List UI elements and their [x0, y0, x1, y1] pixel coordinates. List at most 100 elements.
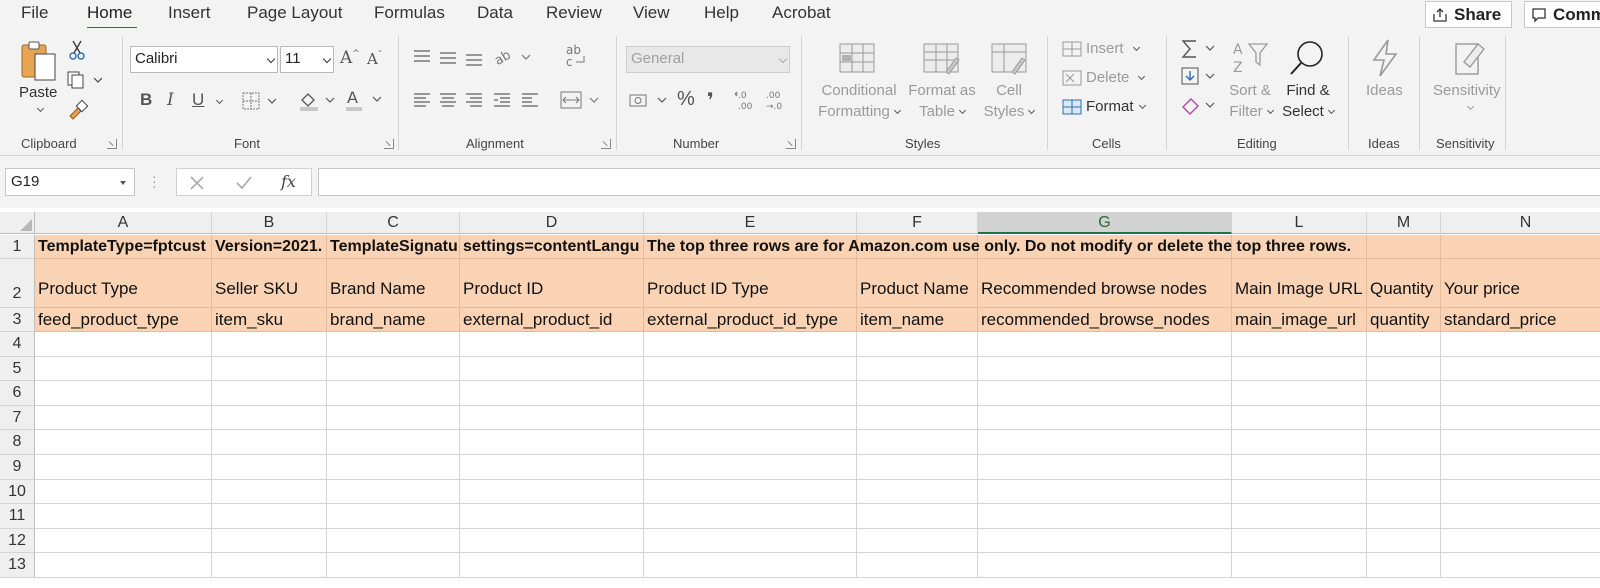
- cell-n13[interactable]: [1441, 553, 1600, 578]
- cell-a12[interactable]: [35, 528, 212, 554]
- cell-b3[interactable]: item_sku: [212, 308, 327, 332]
- row-header-9[interactable]: 9: [0, 455, 35, 480]
- align-top-icon[interactable]: [412, 48, 492, 69]
- conditional-formatting-label-2[interactable]: Formatting: [810, 103, 908, 120]
- cell-d10[interactable]: [460, 479, 644, 505]
- cell-g2[interactable]: Recommended browse nodes: [978, 259, 1232, 308]
- cell-g12[interactable]: [978, 528, 1232, 554]
- cell-l11[interactable]: [1232, 504, 1367, 529]
- cell-e5[interactable]: [644, 356, 857, 382]
- cell-e8[interactable]: [644, 430, 857, 455]
- cell-l2[interactable]: Main Image URL: [1232, 259, 1367, 308]
- cell-c6[interactable]: [327, 381, 460, 406]
- cell-b4[interactable]: [212, 332, 327, 357]
- cell-styles-label-2[interactable]: Styles: [976, 103, 1042, 120]
- cell-a11[interactable]: [35, 504, 212, 529]
- cell-l5[interactable]: [1232, 356, 1367, 382]
- fill-icon[interactable]: [1180, 66, 1220, 91]
- row-header-6[interactable]: 6: [0, 381, 35, 406]
- cell-m7[interactable]: [1367, 405, 1441, 431]
- cell-b9[interactable]: [212, 455, 327, 480]
- shrink-font-icon[interactable]: Aˇ: [367, 50, 382, 68]
- cell-d7[interactable]: [460, 405, 644, 431]
- cell-n2[interactable]: Your price: [1441, 259, 1600, 308]
- row-header-7[interactable]: 7: [0, 405, 35, 431]
- format-cells-icon[interactable]: [1061, 98, 1083, 119]
- cell-g5[interactable]: [978, 356, 1232, 382]
- font-color-icon[interactable]: A: [345, 88, 385, 115]
- cell-a9[interactable]: [35, 455, 212, 480]
- row-header-11[interactable]: 11: [0, 504, 35, 529]
- conditional-formatting-icon[interactable]: [838, 42, 878, 79]
- cell-d8[interactable]: [460, 430, 644, 455]
- column-header-c[interactable]: C: [327, 212, 460, 234]
- column-header-a[interactable]: A: [35, 212, 212, 234]
- cell-l9[interactable]: [1232, 455, 1367, 480]
- comma-style-button[interactable]: ❜: [707, 88, 714, 113]
- cell-e10[interactable]: [644, 479, 857, 505]
- cell-l12[interactable]: [1232, 528, 1367, 554]
- cell-b12[interactable]: [212, 528, 327, 554]
- cell-d9[interactable]: [460, 455, 644, 480]
- cell-d11[interactable]: [460, 504, 644, 529]
- cell-c5[interactable]: [327, 356, 460, 382]
- cell-f9[interactable]: [857, 455, 978, 480]
- increase-decimal-icon[interactable]: .0.00: [734, 88, 758, 115]
- cell-f2[interactable]: Product Name: [857, 259, 978, 308]
- format-cells-button[interactable]: Format: [1086, 98, 1146, 115]
- cell-styles-label-1[interactable]: Cell: [988, 82, 1030, 99]
- align-left-icon[interactable]: [412, 92, 544, 113]
- column-header-l[interactable]: L: [1232, 212, 1367, 234]
- underline-button[interactable]: U: [192, 90, 204, 110]
- cell-e7[interactable]: [644, 405, 857, 431]
- cell-d3[interactable]: external_product_id: [460, 308, 644, 332]
- cell-b6[interactable]: [212, 381, 327, 406]
- cell-f4[interactable]: [857, 332, 978, 357]
- paste-dropdown-icon[interactable]: [36, 104, 45, 113]
- cell-g4[interactable]: [978, 332, 1232, 357]
- clipboard-launcher-icon[interactable]: [107, 139, 117, 149]
- cell-l4[interactable]: [1232, 332, 1367, 357]
- cell-e13[interactable]: [644, 553, 857, 578]
- comments-button[interactable]: Comm: [1524, 1, 1600, 28]
- format-as-table-label-2[interactable]: Table: [904, 103, 980, 120]
- cell-m5[interactable]: [1367, 356, 1441, 382]
- format-as-table-icon[interactable]: [922, 42, 962, 79]
- paste-icon[interactable]: [20, 40, 60, 87]
- cell-a6[interactable]: [35, 381, 212, 406]
- tab-help[interactable]: Help: [704, 3, 739, 23]
- cell-l10[interactable]: [1232, 479, 1367, 505]
- merge-center-icon[interactable]: [560, 90, 604, 113]
- select-all-button[interactable]: [0, 212, 35, 234]
- cell-c2[interactable]: Brand Name: [327, 259, 460, 308]
- percent-style-button[interactable]: %: [677, 88, 695, 111]
- cell-n12[interactable]: [1441, 529, 1600, 554]
- ideas-icon[interactable]: [1368, 38, 1400, 81]
- cell-c13[interactable]: [327, 553, 460, 578]
- cell-l7[interactable]: [1232, 405, 1367, 431]
- share-button[interactable]: Share: [1425, 1, 1512, 28]
- insert-cells-button[interactable]: Insert: [1086, 40, 1140, 57]
- insert-cells-icon[interactable]: [1061, 40, 1083, 61]
- cell-a7[interactable]: [35, 405, 212, 431]
- orientation-icon[interactable]: ab: [492, 47, 534, 70]
- sort-filter-label-1[interactable]: Sort &: [1224, 82, 1276, 99]
- cell-d13[interactable]: [460, 553, 644, 578]
- cell-n5[interactable]: [1441, 357, 1600, 382]
- cell-c9[interactable]: [327, 455, 460, 480]
- cell-f8[interactable]: [857, 430, 978, 455]
- cell-styles-icon[interactable]: [990, 42, 1030, 79]
- cell-a10[interactable]: [35, 479, 212, 505]
- cell-l3[interactable]: main_image_url: [1232, 308, 1367, 332]
- row-header-13[interactable]: 13: [0, 553, 35, 578]
- column-header-b[interactable]: B: [212, 212, 327, 234]
- cell-f6[interactable]: [857, 381, 978, 406]
- row-header-1[interactable]: 1: [0, 235, 35, 259]
- cell-n7[interactable]: [1441, 406, 1600, 431]
- format-as-table-label-1[interactable]: Format as: [904, 82, 980, 99]
- cell-b10[interactable]: [212, 479, 327, 505]
- find-select-icon[interactable]: [1288, 38, 1328, 81]
- number-launcher-icon[interactable]: [786, 139, 796, 149]
- cell-f12[interactable]: [857, 528, 978, 554]
- tab-review[interactable]: Review: [546, 3, 602, 23]
